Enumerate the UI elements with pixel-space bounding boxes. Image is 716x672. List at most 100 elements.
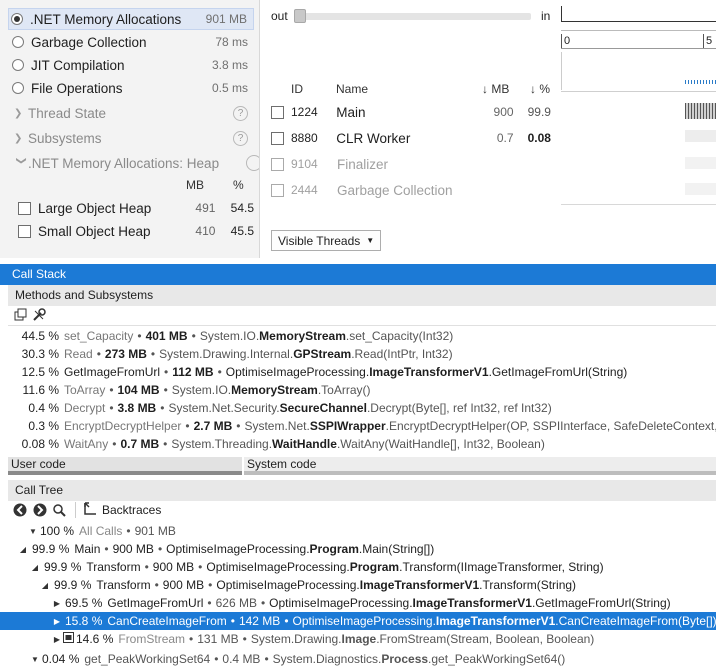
separator: •: [144, 560, 149, 574]
collapse-icon[interactable]: ◢: [40, 581, 50, 590]
back-icon[interactable]: [13, 503, 27, 517]
checkbox[interactable]: [271, 131, 284, 145]
method-class: SecureChannel: [279, 401, 367, 415]
thread-col-name[interactable]: Name: [336, 82, 368, 96]
tree-signature: .Transform(String): [479, 578, 577, 592]
backtraces-button[interactable]: Backtraces: [84, 502, 161, 518]
filter-panel: .NET Memory Allocations 901 MB Garbage C…: [0, 0, 260, 258]
tree-mb: 626 MB: [215, 596, 257, 610]
radio-indicator[interactable]: [12, 59, 24, 71]
timeline-tick-label: 5: [706, 35, 713, 47]
radio-garbage-collection[interactable]: Garbage Collection 78 ms: [10, 31, 254, 53]
timeline-divider: [561, 30, 716, 31]
tree-row[interactable]: ▼ 100 % All Calls • 901 MB: [0, 522, 716, 540]
expand-icon[interactable]: ▶: [52, 599, 62, 608]
method-mb: 273 MB: [104, 347, 147, 361]
zoom-slider-track[interactable]: [296, 13, 531, 20]
checkbox[interactable]: [18, 224, 31, 238]
radio-file-operations[interactable]: File Operations 0.5 ms: [10, 77, 254, 99]
tree-row[interactable]: ◢ 99.9 % Transform • 900 MB • OptimiseIm…: [0, 576, 716, 594]
thread-activity-main: [685, 103, 716, 119]
radio-indicator[interactable]: [12, 82, 24, 94]
thread-col-mb[interactable]: ↓ MB: [482, 82, 509, 96]
section-thread-state[interactable]: ❯ Thread State ?: [14, 102, 254, 124]
radio-jit-compilation[interactable]: JIT Compilation 3.8 ms: [10, 54, 254, 76]
checkbox[interactable]: [271, 183, 284, 197]
expand-icon[interactable]: ▶: [52, 617, 62, 626]
thread-row-finalizer[interactable]: 9104 Finalizer: [271, 153, 551, 175]
search-icon[interactable]: [52, 503, 66, 517]
radio-indicator[interactable]: [12, 36, 24, 48]
method-row[interactable]: 0.08 % WaitAny • 0.7 MB • System.Threadi…: [0, 435, 716, 453]
method-row[interactable]: 12.5 % GetImageFromUrl • 112 MB • Optimi…: [0, 363, 716, 381]
heap-row-large-object-heap[interactable]: Large Object Heap 491 54.5: [18, 197, 254, 219]
tree-row-selected[interactable]: ▶ 15.8 % CanCreateImageFrom • 142 MB • O…: [0, 612, 716, 630]
help-icon[interactable]: [246, 155, 259, 171]
heap-mb: 410: [195, 224, 216, 238]
thread-row-main[interactable]: 1224 Main 900 99.9: [271, 101, 551, 123]
thread-name: Garbage Collection: [337, 182, 453, 198]
tree-signature: .Main(String[]): [358, 542, 435, 556]
radio-net-memory-allocations[interactable]: .NET Memory Allocations 901 MB: [8, 8, 254, 30]
collapse-icon[interactable]: ◢: [18, 545, 28, 554]
methods-title: Methods and Subsystems: [8, 285, 716, 306]
section-subsystems[interactable]: ❯ Subsystems ?: [14, 127, 254, 149]
tree-row[interactable]: ▶ 69.5 % GetImageFromUrl • 626 MB • Opti…: [0, 594, 716, 612]
forward-icon[interactable]: [33, 503, 47, 517]
method-row[interactable]: 30.3 % Read • 273 MB • System.Drawing.In…: [0, 345, 716, 363]
tools-icon[interactable]: [32, 308, 46, 322]
tree-signature: .GetImageFromUrl(String): [531, 596, 671, 610]
tree-row[interactable]: ▶ 14.6 % FromStream • 131 MB • System.Dr…: [0, 630, 716, 648]
section-heap[interactable]: ❯ .NET Memory Allocations: Heap: [14, 152, 254, 174]
thread-col-id[interactable]: ID: [291, 82, 303, 96]
help-icon[interactable]: ?: [233, 105, 248, 121]
method-mb: 2.7 MB: [193, 419, 233, 433]
timeline-tick-label: 0: [564, 35, 571, 47]
system-code-bar[interactable]: System code: [244, 457, 716, 475]
method-name: set_Capacity: [64, 329, 134, 343]
thread-activity-gc: [685, 183, 716, 195]
method-pct: 12.5 %: [21, 365, 59, 379]
tree-row[interactable]: ◢ 99.9 % Main • 900 MB • OptimiseImagePr…: [0, 540, 716, 558]
method-class: SSPIWrapper: [309, 419, 386, 433]
checkbox[interactable]: [271, 157, 284, 171]
help-icon[interactable]: ?: [233, 130, 248, 146]
collapse-icon[interactable]: ▼: [30, 655, 40, 664]
separator: •: [126, 524, 131, 538]
thread-id: 2444: [291, 183, 318, 197]
radio-value: 3.8 ms: [211, 58, 248, 72]
separator: •: [150, 347, 156, 361]
system-code-label: System code: [247, 457, 317, 471]
zoom-slider-thumb[interactable]: [294, 9, 306, 23]
copy-icon[interactable]: [14, 308, 28, 322]
separator: •: [284, 614, 289, 628]
checkbox[interactable]: [271, 105, 284, 119]
tree-class: ImageTransformerV1: [412, 596, 532, 610]
separator: •: [154, 578, 159, 592]
timeline-overview[interactable]: [561, 6, 716, 22]
method-row[interactable]: 0.3 % EncryptDecryptHelper • 2.7 MB • Sy…: [0, 417, 716, 435]
method-row[interactable]: 44.5 % set_Capacity • 401 MB • System.IO…: [0, 327, 716, 345]
tree-row[interactable]: ◢ 99.9 % Transform • 900 MB • OptimiseIm…: [0, 558, 716, 576]
tree-method: All Calls: [79, 524, 123, 538]
method-namespace: System.IO.: [171, 383, 232, 397]
method-row[interactable]: 0.4 % Decrypt • 3.8 MB • System.Net.Secu…: [0, 399, 716, 417]
collapse-icon[interactable]: ◢: [30, 563, 40, 572]
tree-namespace: System.Drawing.: [250, 632, 342, 646]
collapse-icon[interactable]: ▼: [28, 527, 38, 536]
tree-method: FromStream: [118, 632, 186, 646]
thread-row-garbage-collection[interactable]: 2444 Garbage Collection: [271, 179, 551, 201]
visible-threads-button[interactable]: Visible Threads ▼: [271, 230, 382, 251]
tree-method: Transform: [86, 560, 141, 574]
radio-indicator[interactable]: [11, 13, 23, 25]
separator: •: [208, 578, 213, 592]
separator: •: [198, 560, 203, 574]
method-row[interactable]: 11.6 % ToArray • 104 MB • System.IO. Memo…: [0, 381, 716, 399]
heap-row-small-object-heap[interactable]: Small Object Heap 410 45.5: [18, 220, 254, 242]
user-code-bar[interactable]: User code: [8, 457, 242, 475]
expand-icon[interactable]: ▶: [52, 635, 62, 644]
checkbox[interactable]: [18, 201, 31, 215]
tree-row[interactable]: ▼ 0.04 % get_PeakWorkingSet64 • 0.4 MB •…: [0, 650, 716, 668]
thread-col-pct[interactable]: ↓ %: [530, 82, 550, 96]
thread-row-clr-worker[interactable]: 8880 CLR Worker 0.7 0.08: [271, 127, 551, 149]
